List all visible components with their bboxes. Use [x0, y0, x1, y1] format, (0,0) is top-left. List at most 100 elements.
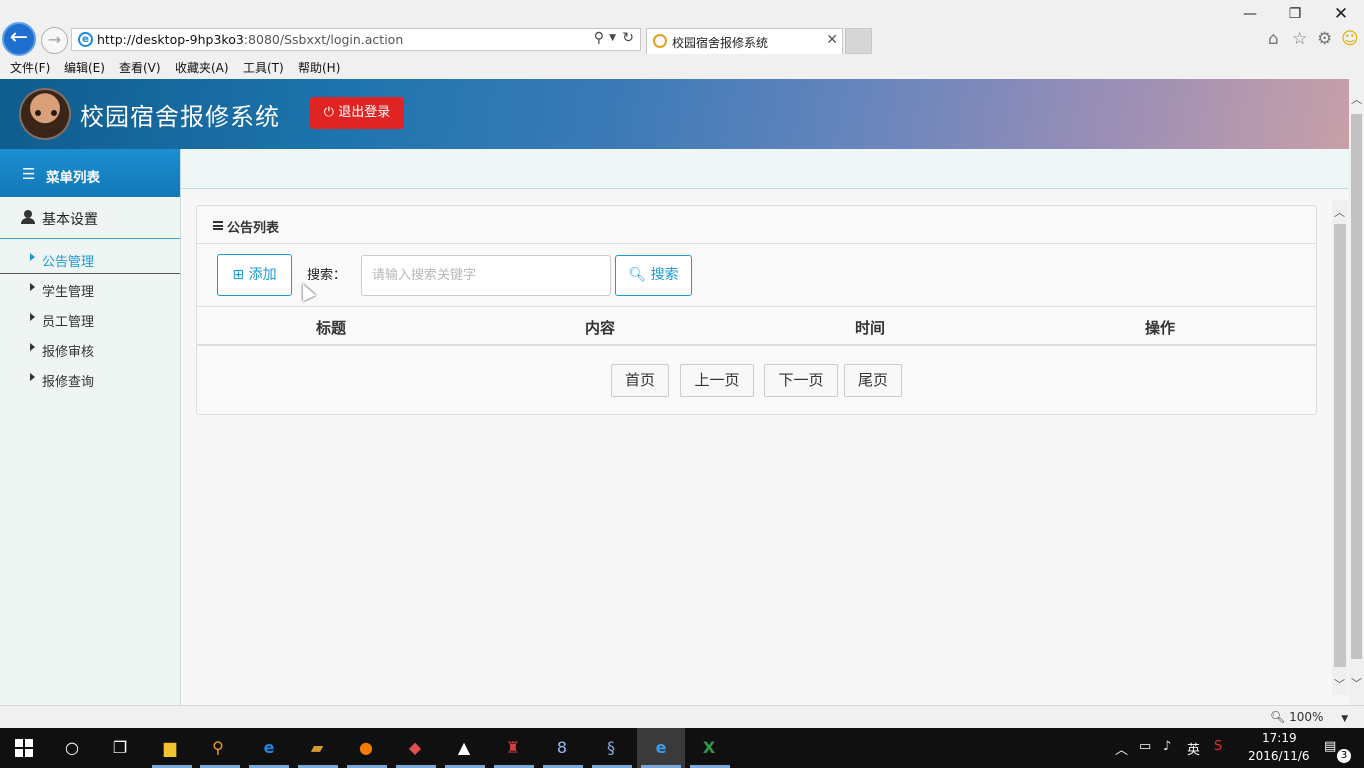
next-page-button[interactable]: 下一页	[764, 364, 838, 397]
content-top-bar	[181, 149, 1349, 189]
search-circle-icon[interactable]: ○	[60, 736, 84, 760]
firefox-icon[interactable]: ●	[354, 736, 378, 760]
status-bar: 🔍︎ 100% ▼	[0, 705, 1364, 728]
menu-help[interactable]: 帮助(H)	[298, 59, 340, 76]
back-icon[interactable]: ←	[2, 22, 36, 56]
excel-icon[interactable]: X	[697, 736, 721, 760]
scroll-up-icon[interactable]: ︿	[1334, 204, 1345, 220]
caret-right-icon	[30, 373, 35, 381]
browser-tab[interactable]: 校园宿舍报修系统 ✕	[646, 28, 843, 54]
eraser-app-icon[interactable]: ◆	[403, 736, 427, 760]
forward-icon[interactable]: →	[41, 27, 68, 54]
announcement-panel: 公告列表 ⊞ 添加 搜索： 🔍︎ 搜索 标题 内容 时间 操作 首页 上一页 下…	[196, 205, 1317, 415]
search-app-icon[interactable]: ⚲	[206, 736, 230, 760]
chevron-down-icon[interactable]: ▼	[609, 33, 616, 43]
menu-favorites[interactable]: 收藏夹(A)	[175, 59, 229, 76]
home-icon[interactable]: ⌂	[1268, 29, 1279, 49]
column-header-title: 标题	[316, 319, 347, 337]
scroll-down-icon[interactable]: ﹀	[1351, 675, 1362, 691]
file-explorer-icon[interactable]: ▆	[158, 736, 182, 760]
clock-date[interactable]: 2016/11/6	[1248, 749, 1310, 763]
app-header: 校园宿舍报修系统 ⏻ 退出登录	[0, 79, 1349, 149]
panel-heading: 公告列表	[197, 206, 1316, 244]
avatar	[19, 88, 71, 140]
book-app-icon[interactable]: ▰	[305, 736, 329, 760]
address-url[interactable]: http://desktop-9hp3ko3:8080/Ssbxxt/login…	[97, 32, 403, 47]
volume-icon[interactable]: ♪	[1163, 739, 1171, 754]
scroll-down-icon[interactable]: ﹀	[1334, 676, 1345, 692]
search-input[interactable]	[361, 255, 611, 296]
power-icon: ⏻	[323, 105, 335, 120]
user-icon	[21, 210, 35, 224]
caret-right-icon	[30, 343, 35, 351]
page-title: 校园宿舍报修系统	[80, 103, 280, 131]
clock-time[interactable]: 17:19	[1262, 731, 1297, 745]
add-button[interactable]: ⊞ 添加	[217, 254, 292, 296]
caret-right-icon	[30, 253, 35, 261]
panel-title: 公告列表	[227, 221, 280, 236]
tray-expand-icon[interactable]: ︿	[1115, 739, 1128, 758]
notification-icon[interactable]: ▤	[1324, 739, 1336, 754]
task-view-icon[interactable]: ❐	[108, 736, 132, 760]
refresh-icon[interactable]: ↻	[622, 30, 634, 46]
menu-tools[interactable]: 工具(T)	[243, 59, 284, 76]
star-icon[interactable]: ☆	[1292, 29, 1307, 49]
first-page-button[interactable]: 首页	[611, 364, 669, 397]
logout-button[interactable]: ⏻ 退出登录	[310, 97, 404, 129]
scroll-thumb[interactable]	[1351, 114, 1362, 659]
address-bar[interactable]: e http://desktop-9hp3ko3:8080/Ssbxxt/log…	[71, 28, 641, 51]
eclipse-app-icon[interactable]: 8	[550, 736, 574, 760]
caret-right-icon	[30, 313, 35, 321]
scroll-up-icon[interactable]: ︿	[1351, 91, 1362, 107]
sidebar-item-repair-query[interactable]: 报修查询	[0, 366, 180, 394]
sidebar-item-repair-review[interactable]: 报修审核	[0, 336, 180, 364]
sogou-ime-icon[interactable]: S	[1214, 739, 1222, 754]
ie-taskbar-icon[interactable]: e	[649, 736, 673, 760]
taskbar: ○ ❐ ▆ ⚲ e ▰ ● ◆ ▲ ♜ 8 § e X ︿ ▭ ♪ 英 S 17…	[0, 728, 1364, 768]
search-icon[interactable]: ⚲	[594, 30, 604, 46]
new-tab-button[interactable]	[845, 28, 872, 54]
search-button[interactable]: 🔍︎ 搜索	[615, 255, 692, 296]
sidebar-item-students[interactable]: 学生管理	[0, 276, 180, 304]
column-header-content: 内容	[585, 319, 616, 337]
sidebar: ☰ 菜单列表 基本设置 公告管理 学生管理 员工管理 报修审核 报修查询	[0, 149, 181, 705]
tab-title: 校园宿舍报修系统	[672, 36, 769, 50]
content-scrollbar[interactable]: ︿ ﹀	[1332, 200, 1348, 695]
sidebar-section-basic-settings[interactable]: 基本设置	[0, 197, 180, 239]
zoom-control[interactable]: 🔍︎ 100% ▼	[1270, 710, 1348, 724]
close-tab-icon[interactable]: ✕	[826, 32, 838, 48]
sidebar-item-label: 报修查询	[42, 375, 95, 390]
restore-button[interactable]: ❐	[1275, 4, 1315, 24]
scroll-thumb[interactable]	[1334, 224, 1346, 667]
gear-icon[interactable]: ⚙	[1317, 29, 1332, 49]
caret-right-icon	[30, 283, 35, 291]
mysql-dolphin-icon[interactable]: §	[599, 736, 623, 760]
windows-start-icon[interactable]	[15, 739, 33, 757]
plus-square-icon: ⊞	[232, 267, 245, 283]
smiley-icon[interactable]: ☺	[1341, 29, 1359, 49]
minimize-button[interactable]: —	[1230, 4, 1270, 24]
sidebar-item-staff[interactable]: 员工管理	[0, 306, 180, 334]
sidebar-item-label: 公告管理	[42, 255, 95, 270]
ime-indicator[interactable]: 英	[1187, 739, 1200, 758]
edge-icon[interactable]: e	[257, 736, 281, 760]
browser-chrome: — ❐ ✕ ← → e http://desktop-9hp3ko3:8080/…	[0, 0, 1364, 79]
prev-page-button[interactable]: 上一页	[680, 364, 754, 397]
page-scrollbar[interactable]: ︿ ﹀	[1349, 79, 1364, 705]
menu-file[interactable]: 文件(F)	[10, 59, 50, 76]
menu-view[interactable]: 查看(V)	[119, 59, 161, 76]
game-app-icon[interactable]: ♜	[501, 736, 525, 760]
network-icon[interactable]: ▭	[1139, 739, 1151, 754]
list-icon: ☰	[22, 165, 36, 183]
zoom-icon: 🔍︎	[1270, 710, 1286, 724]
photos-icon[interactable]: ▲	[452, 736, 476, 760]
column-header-time: 时间	[855, 319, 886, 337]
menu-title: 菜单列表	[46, 170, 100, 186]
list-icon	[213, 221, 223, 230]
table-header: 标题 内容 时间 操作	[197, 306, 1316, 346]
menu-edit[interactable]: 编辑(E)	[64, 59, 105, 76]
sidebar-item-announcements[interactable]: 公告管理	[0, 246, 180, 274]
sidebar-item-label: 学生管理	[42, 285, 95, 300]
last-page-button[interactable]: 尾页	[844, 364, 902, 397]
close-window-button[interactable]: ✕	[1321, 4, 1361, 24]
